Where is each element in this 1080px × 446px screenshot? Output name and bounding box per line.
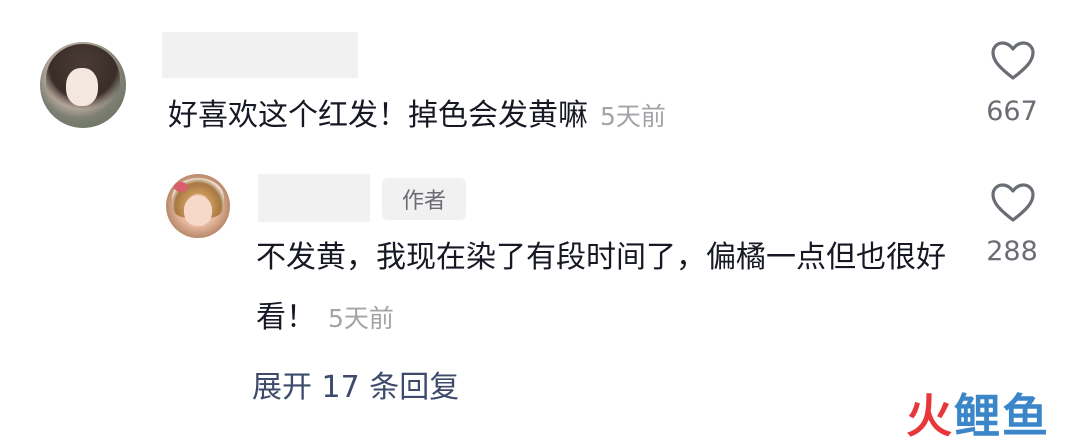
commenter-name-redacted[interactable] <box>162 32 358 78</box>
reply-body[interactable]: 不发黄，我现在染了有段时间了，偏橘一点但也很好看！ 5天前 <box>256 228 946 349</box>
heart-icon <box>991 41 1035 80</box>
avatar-face <box>66 68 98 106</box>
commenter-avatar[interactable] <box>40 42 126 128</box>
watermark-part2: 鲤鱼 <box>954 389 1050 443</box>
heart-icon <box>991 183 1035 222</box>
watermark-part1: 火 <box>906 389 954 443</box>
avatar-bow <box>174 182 188 192</box>
author-badge: 作者 <box>382 178 466 220</box>
reply-like-count: 288 <box>986 236 1038 267</box>
watermark-logo: 火鲤鱼 <box>906 380 1050 446</box>
author-avatar[interactable] <box>166 174 230 238</box>
comment-time: 5天前 <box>600 102 666 131</box>
expand-replies-link[interactable]: 展开 17 条回复 <box>252 362 459 406</box>
reply-like-button[interactable] <box>990 182 1036 228</box>
author-name-redacted[interactable] <box>258 174 370 222</box>
comment-like-button[interactable] <box>990 40 1036 86</box>
comment-body[interactable]: 好喜欢这个红发！掉色会发黄嘛 5天前 <box>168 86 666 147</box>
avatar-face <box>184 196 212 226</box>
reply-time: 5天前 <box>328 304 394 333</box>
comment-like-count: 667 <box>986 96 1038 127</box>
comment-text: 好喜欢这个红发！掉色会发黄嘛 <box>168 98 588 133</box>
